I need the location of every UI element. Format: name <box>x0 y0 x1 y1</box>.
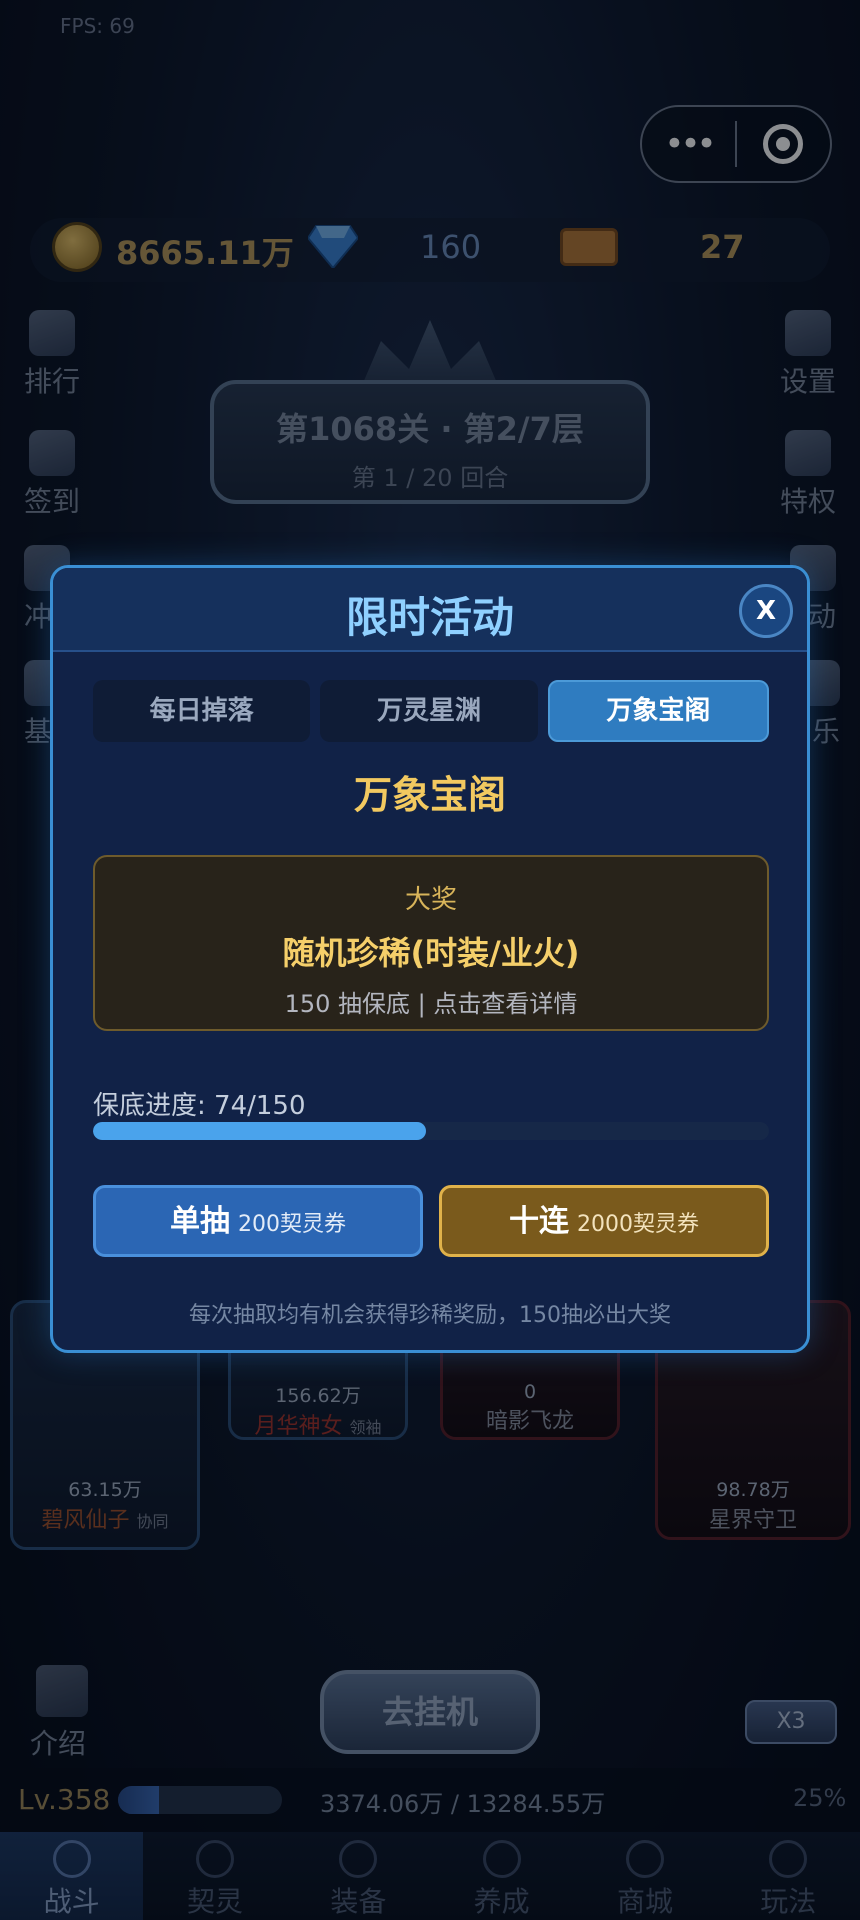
event-tabs: 每日掉落 万灵星渊 万象宝阁 <box>93 680 769 742</box>
pity-progress-label: 保底进度: 74/150 <box>93 1091 306 1121</box>
section-title: 万象宝阁 <box>353 773 506 817</box>
modal-title: 限时活动 <box>345 593 514 642</box>
single-draw-label: 单抽 <box>170 1204 230 1239</box>
prize-name: 随机珍稀(时装/业火) <box>282 934 580 972</box>
ten-draw-cost: 2000契灵券 <box>577 1212 699 1237</box>
ten-draw-label: 十连 <box>509 1204 569 1239</box>
single-draw-button[interactable]: 单抽 200契灵券 <box>93 1185 423 1257</box>
limited-event-modal: 限时活动 X 每日掉落 万灵星渊 万象宝阁 万象宝阁 大奖 随机珍稀(时装/业火… <box>50 565 810 1353</box>
pity-progress-bar <box>93 1122 769 1140</box>
modal-header: 限时活动 X <box>53 568 807 652</box>
single-draw-cost: 200契灵券 <box>238 1212 346 1237</box>
tab-spirit-abyss[interactable]: 万灵星渊 <box>320 680 538 742</box>
pity-progress-fill <box>93 1122 427 1140</box>
prize-label: 大奖 <box>404 885 457 915</box>
tab-treasure-pavilion[interactable]: 万象宝阁 <box>547 680 769 742</box>
close-button[interactable]: X <box>739 584 793 638</box>
draw-rules-note: 每次抽取均有机会获得珍稀奖励，150抽必出大奖 <box>189 1303 671 1328</box>
grand-prize-panel[interactable]: 大奖 随机珍稀(时装/业火) 150 抽保底 | 点击查看详情 <box>93 855 769 1031</box>
tab-daily-drop[interactable]: 每日掉落 <box>93 680 311 742</box>
ten-draw-button[interactable]: 十连 2000契灵券 <box>439 1185 769 1257</box>
prize-details-link[interactable]: 150 抽保底 | 点击查看详情 <box>95 984 767 1019</box>
